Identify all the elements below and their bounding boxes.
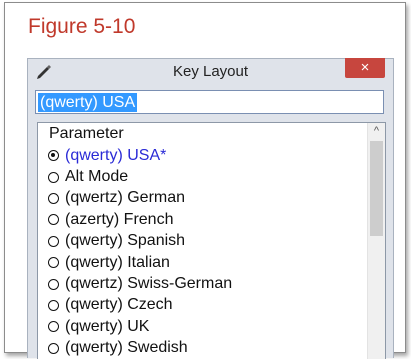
list-item-label: (azerty) French — [65, 210, 174, 228]
scroll-up-icon[interactable]: ^ — [368, 123, 385, 139]
list-item-label: (qwerty) Swedish — [65, 339, 188, 357]
radio-icon[interactable] — [48, 278, 59, 290]
list-item-label: (qwertz) German — [65, 189, 186, 207]
layout-input-value: (qwerty) USA — [38, 93, 138, 112]
radio-icon[interactable] — [48, 321, 59, 333]
vertical-scrollbar[interactable]: ^ — [367, 123, 385, 359]
figure-caption: Figure 5-10 — [28, 15, 136, 38]
list-item[interactable]: (azerty) French — [48, 209, 363, 230]
radio-icon[interactable] — [48, 257, 59, 269]
radio-icon[interactable] — [48, 299, 59, 311]
radio-icon[interactable] — [48, 235, 59, 247]
list-item-label: (qwerty) Czech — [65, 296, 173, 314]
window-title: Key Layout — [172, 63, 249, 80]
list-header: Parameter — [49, 125, 124, 142]
list-item[interactable]: (qwertz) German — [48, 188, 363, 209]
scrollbar-thumb[interactable] — [370, 141, 383, 236]
close-button[interactable]: × — [345, 58, 385, 78]
list-item[interactable]: (qwerty) Swedish — [48, 338, 363, 359]
list-item-label: (qwerty) USA* — [65, 146, 167, 164]
list-item-label: (qwerty) Italian — [65, 253, 170, 271]
list-item-label: (qwerty) Spanish — [65, 232, 186, 250]
list-item-label: (qwertz) Swiss-German — [65, 275, 233, 293]
radio-selected-icon[interactable] — [48, 150, 59, 162]
title-bar: Key Layout × — [28, 58, 393, 85]
list-item[interactable]: (qwerty) Czech — [48, 295, 363, 316]
radio-icon[interactable] — [48, 342, 59, 354]
radio-icon[interactable] — [48, 171, 59, 183]
list-item[interactable]: (qwerty) UK — [48, 316, 363, 337]
list-item-label: (qwerty) UK — [65, 317, 150, 335]
layout-list[interactable]: Parameter (qwerty) USA* Alt Mode (qwertz) … — [37, 122, 386, 359]
list-item[interactable]: (qwertz) Swiss-German — [48, 273, 363, 294]
list-items: (qwerty) USA* Alt Mode (qwertz) German (aze… — [48, 145, 363, 359]
key-layout-window: Key Layout × (qwerty) USA Parameter (qwe… — [27, 58, 394, 359]
list-item[interactable]: (qwerty) Italian — [48, 252, 363, 273]
list-item[interactable]: (qwerty) USA* — [48, 145, 363, 166]
radio-icon[interactable] — [48, 192, 59, 204]
list-item[interactable]: (qwerty) Spanish — [48, 231, 363, 252]
layout-input[interactable]: (qwerty) USA — [35, 90, 384, 114]
list-item-label: Alt Mode — [65, 168, 129, 186]
list-item[interactable]: Alt Mode — [48, 166, 363, 187]
radio-icon[interactable] — [48, 214, 59, 226]
